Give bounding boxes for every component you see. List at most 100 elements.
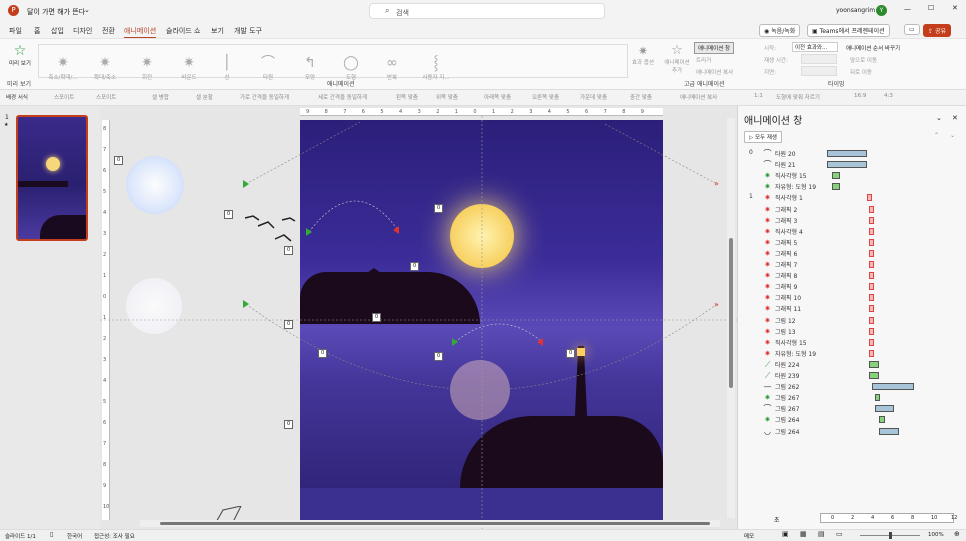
slide-sorter-icon[interactable]: ▦ <box>800 530 807 538</box>
move-later-button[interactable]: 뒤로 이동 <box>850 68 872 76</box>
animation-list-item[interactable]: ✷ 그래픽 8 <box>738 270 966 281</box>
timing-bar[interactable] <box>875 394 880 402</box>
animation-list-item[interactable]: ⟋ 타원 239 <box>738 370 966 381</box>
align-top-button[interactable]: 위쪽 맞춤 <box>436 93 458 101</box>
move-earlier-button[interactable]: 앞으로 이동 <box>850 56 877 64</box>
timing-bar[interactable] <box>879 416 885 424</box>
timing-bar[interactable] <box>832 172 840 180</box>
avatar[interactable]: Y <box>876 5 887 16</box>
record-button[interactable]: ◉ 녹음/녹화 <box>759 24 801 37</box>
minimize-button[interactable]: — <box>904 5 911 13</box>
vertical-scroll-thumb[interactable] <box>729 238 733 388</box>
animation-order-tag[interactable]: 0 <box>284 246 294 255</box>
powerpoint-icon[interactable]: P <box>8 5 19 16</box>
zoom-level[interactable]: 100% <box>928 532 944 538</box>
accessibility-status[interactable]: 접근성: 조사 필요 <box>94 532 135 540</box>
eyedropper-button-2[interactable]: 스포이트 <box>96 93 116 101</box>
tab-developer[interactable]: 개발 도구 <box>234 26 262 36</box>
animation-list-item[interactable]: ✷ 그림 13 <box>738 326 966 337</box>
align-center-button[interactable]: 가운데 맞춤 <box>580 93 607 101</box>
tab-file[interactable]: 파일 <box>9 26 22 36</box>
tab-slideshow[interactable]: 슬라이드 쇼 <box>166 26 200 36</box>
animation-list-item[interactable]: ✷ 그래픽 2 <box>738 204 966 215</box>
animation-list-item[interactable]: ✷ 그래픽 5 <box>738 237 966 248</box>
animation-order-tag[interactable]: 0 <box>434 204 444 213</box>
duration-input[interactable] <box>801 54 837 64</box>
timeline-scale[interactable]: 0 2 4 6 8 10 12 <box>820 513 957 523</box>
distribute-horizontal-button[interactable]: 가로 간격을 동일하게 <box>240 93 289 101</box>
document-title[interactable]: 달이 가면 해가 뜬다 <box>27 7 85 17</box>
chevron-down-icon[interactable]: ⌄ <box>936 114 942 122</box>
effect-bounce[interactable]: ✷ 바운드 <box>169 53 209 89</box>
effect-grow[interactable]: ✷ 확대/축소 <box>85 53 125 89</box>
effect-loop[interactable]: ∞ 반복 <box>372 53 412 89</box>
animation-list-item[interactable]: 1 ✷ 직사각형 1 <box>738 192 966 203</box>
tab-view[interactable]: 보기 <box>211 26 224 36</box>
ratio-16-9-button[interactable]: 16:9 <box>854 93 866 99</box>
slide-thumbnail[interactable] <box>16 115 88 241</box>
timing-bar[interactable] <box>869 305 874 313</box>
animation-order-tag[interactable]: 0 <box>566 349 576 358</box>
timing-bar[interactable] <box>869 216 874 224</box>
timing-bar[interactable] <box>869 261 874 268</box>
animation-list-item[interactable]: ✷ 그림 12 <box>738 315 966 326</box>
animation-order-tag[interactable]: 0 <box>410 262 420 271</box>
move-down-icon[interactable]: ⌄ <box>950 132 955 139</box>
vertical-scrollbar[interactable] <box>727 118 735 518</box>
animation-order-tag[interactable]: 0 <box>224 210 234 219</box>
tab-home[interactable]: 홈 <box>34 26 40 36</box>
animation-order-tag[interactable]: 0 <box>114 156 124 165</box>
ratio-4-3-button[interactable]: 4:3 <box>884 93 893 99</box>
animation-list-item[interactable]: ✷ 그래픽 11 <box>738 303 966 314</box>
move-up-icon[interactable]: ⌃ <box>934 132 939 139</box>
format-background-button[interactable]: 배경 서식 <box>6 93 28 101</box>
timing-bar[interactable] <box>869 316 874 324</box>
animation-painter-button[interactable]: 애니메이션 복사 <box>696 68 733 76</box>
zoom-slider[interactable] <box>860 532 920 539</box>
tab-transitions[interactable]: 전환 <box>102 26 115 36</box>
start-select[interactable]: 이전 효과와... <box>792 42 838 52</box>
language-label[interactable]: 한국어 <box>67 532 82 540</box>
timing-bar[interactable] <box>827 150 867 157</box>
effect-options-button[interactable]: ✷ 효과 옵션 <box>631 44 655 80</box>
animation-list-item[interactable]: ⌒ 타원 21 <box>738 159 966 170</box>
delay-input[interactable] <box>801 66 837 76</box>
animation-list-item[interactable]: ✷ 그래픽 3 <box>738 215 966 226</box>
animation-list-item[interactable]: 0 ⌒ 타원 20 <box>738 148 966 159</box>
slideshow-icon[interactable]: ▭ <box>836 530 843 538</box>
tab-insert[interactable]: 삽입 <box>51 26 64 36</box>
animation-list-item[interactable]: ✷ 자유형: 도형 19 <box>738 348 966 359</box>
animation-list-item[interactable]: ✷ 직사각형 15 <box>738 337 966 348</box>
chevron-down-icon[interactable]: ⌄ <box>84 6 90 14</box>
align-middle-button[interactable]: 중간 맞춤 <box>630 93 652 101</box>
notes-button[interactable]: 메모 <box>744 532 754 540</box>
timing-bar[interactable] <box>869 227 874 235</box>
timing-bar[interactable] <box>832 183 840 191</box>
trigger-button[interactable]: 트리거 <box>696 56 711 64</box>
animation-order-tag[interactable]: 0 <box>284 420 294 429</box>
animation-list-item[interactable]: ✷ 그래픽 6 <box>738 248 966 259</box>
add-animation-button[interactable]: ☆ 애니메이션 추가 <box>664 43 690 79</box>
timing-bar[interactable] <box>869 338 874 346</box>
comment-icon[interactable]: ▭ <box>904 24 920 35</box>
close-button[interactable]: ✕ <box>952 4 958 12</box>
distribute-vertical-button[interactable]: 세로 간격을 동일하게 <box>318 93 367 101</box>
timing-bar[interactable] <box>869 249 874 257</box>
teams-present-button[interactable]: ▣ Teams에서 프레젠테이션 <box>807 24 890 37</box>
animation-list-item[interactable]: ◡ 그림 264 <box>738 426 966 437</box>
play-all-button[interactable]: ▷ 모두 재생 <box>744 131 782 143</box>
effect-custom[interactable]: ⸾ 사용자 지... <box>413 53 459 89</box>
animation-copy-button[interactable]: 애니메이션 복사 <box>680 93 717 101</box>
timing-bar[interactable] <box>869 349 874 357</box>
animation-list-item[interactable]: ✷ 직사각형 4 <box>738 226 966 237</box>
timing-bar[interactable] <box>875 405 894 413</box>
animation-list-item[interactable]: ✷ 그래픽 10 <box>738 292 966 303</box>
horizontal-scrollbar[interactable] <box>140 520 720 527</box>
zoom-slider-thumb[interactable] <box>889 532 892 539</box>
timing-bar[interactable] <box>867 194 872 202</box>
timing-bar[interactable] <box>869 372 879 379</box>
animation-list-item[interactable]: ✷ 그래픽 9 <box>738 281 966 292</box>
timing-bar[interactable] <box>869 272 874 280</box>
timing-bar[interactable] <box>869 327 874 335</box>
split-cells-button[interactable]: 셀 분할 <box>196 93 213 101</box>
